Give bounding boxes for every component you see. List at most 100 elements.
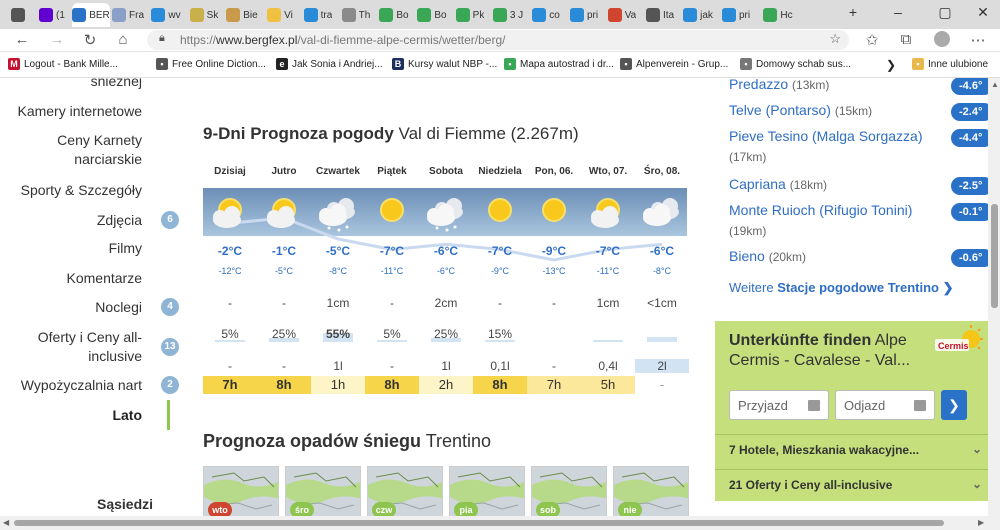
- station-temp-badge: -4.4°: [951, 129, 988, 147]
- menu-item[interactable]: Noclegi: [95, 298, 142, 317]
- favorite-star-icon[interactable]: ☆: [829, 31, 841, 47]
- search-go-button[interactable]: ❯: [941, 390, 967, 420]
- snow-map-thumbnail[interactable]: pia: [449, 466, 525, 516]
- browser-tab[interactable]: Sk: [186, 3, 222, 27]
- home-icon[interactable]: ⌂: [113, 31, 133, 48]
- horizontal-scrollbar[interactable]: ◀ ▶: [0, 516, 1000, 530]
- tab-title: Hc: [780, 9, 793, 21]
- favorite-link[interactable]: M Logout - Bank Mille...: [8, 58, 118, 70]
- forward-icon[interactable]: →: [47, 31, 67, 48]
- scroll-up-icon[interactable]: ▲: [991, 80, 999, 89]
- menu-item[interactable]: Sporty & Szczegóły: [21, 181, 142, 200]
- station-temp-badge: -2.4°: [951, 103, 988, 121]
- favorite-link[interactable]: e Jak Sonia i Andriej...: [276, 58, 383, 70]
- tab-title: Bo: [434, 9, 447, 21]
- station-link[interactable]: Telve (Pontarso) (15km): [729, 102, 872, 118]
- browser-tab[interactable]: Bo: [376, 3, 412, 27]
- menu-item[interactable]: Komentarze: [67, 269, 142, 288]
- day-name: Pon, 06.: [534, 166, 574, 177]
- window-icon: [11, 8, 25, 22]
- station-distance: (18km): [789, 178, 828, 192]
- browser-tab[interactable]: wv: [148, 3, 184, 27]
- hotels-dropdown[interactable]: 7 Hotele, Mieszkania wakacyjne... ⌄: [715, 434, 988, 464]
- collections-icon[interactable]: ⧉: [896, 31, 916, 48]
- menu-item[interactable]: Filmy: [109, 239, 142, 258]
- browser-tab[interactable]: pri: [718, 3, 754, 27]
- more-menu-icon[interactable]: ⋯: [968, 31, 988, 49]
- menu-item[interactable]: Oferty i Ceny all-inclusive: [12, 328, 142, 366]
- browser-tab[interactable]: Vi: [262, 3, 298, 27]
- station-temp-badge: -0.6°: [951, 249, 988, 267]
- browser-tab[interactable]: co: [528, 3, 564, 27]
- favorites-icon[interactable]: ✩: [862, 31, 882, 49]
- sunshine-hours: 8h: [365, 376, 419, 394]
- scroll-left-icon[interactable]: ◀: [3, 518, 9, 527]
- browser-tab[interactable]: Pk: [452, 3, 488, 27]
- favorite-link[interactable]: ▪ Alpenverein - Grup...: [620, 58, 728, 70]
- arrival-date-input[interactable]: Przyjazd: [729, 390, 829, 420]
- refresh-icon[interactable]: ↻: [80, 31, 100, 49]
- browser-tab[interactable]: Va: [604, 3, 640, 27]
- vertical-scrollbar[interactable]: ▲: [988, 78, 1000, 516]
- menu-item[interactable]: Zdjęcia: [97, 211, 142, 230]
- favorite-link[interactable]: B Kursy walut NBP -...: [392, 58, 497, 70]
- browser-tab[interactable]: (1: [34, 3, 70, 27]
- snow-map-thumbnail[interactable]: czw: [367, 466, 443, 516]
- precip-amount: 0,1l: [490, 359, 510, 373]
- station-link[interactable]: Monte Ruioch (Rifugio Tonini) (19km): [729, 202, 912, 238]
- scroll-right-icon[interactable]: ▶: [978, 518, 984, 527]
- station-link[interactable]: Bieno (20km): [729, 248, 806, 264]
- station-link[interactable]: Predazzo (13km): [729, 78, 829, 92]
- snow-map-thumbnail[interactable]: wto: [203, 466, 279, 516]
- calendar-icon[interactable]: [808, 400, 820, 411]
- page-icon: [226, 8, 241, 22]
- browser-tab[interactable]: pri: [566, 3, 602, 27]
- snow-map-thumbnail[interactable]: śro: [285, 466, 361, 516]
- station-link[interactable]: Pieve Tesino (Malga Sorgazza) (17km): [729, 128, 923, 164]
- snow-map-thumbnail[interactable]: nie: [613, 466, 689, 516]
- maximize-button[interactable]: ▢: [935, 4, 955, 21]
- browser-tab[interactable]: [4, 3, 32, 27]
- favorite-label: Kursy walut NBP -...: [408, 58, 498, 70]
- minimize-button[interactable]: –: [888, 4, 908, 20]
- departure-date-input[interactable]: Odjazd: [835, 390, 935, 420]
- favorite-link[interactable]: • Mapa autostrad i dr...: [504, 58, 614, 70]
- tab-title: pri: [738, 9, 751, 21]
- day-name: Śro, 08.: [643, 166, 681, 177]
- favorite-link[interactable]: ▪ Inne ulubione: [912, 58, 988, 70]
- browser-tab[interactable]: Bo: [414, 3, 450, 27]
- browser-tab[interactable]: BER: [72, 3, 110, 27]
- calendar-icon[interactable]: [914, 400, 926, 411]
- menu-item[interactable]: śnieżnej: [91, 78, 142, 91]
- menu-item[interactable]: Kamery internetowe: [17, 102, 142, 121]
- browser-tab[interactable]: tra: [300, 3, 336, 27]
- horizontal-scroll-thumb[interactable]: [14, 520, 944, 526]
- browser-tab[interactable]: jak: [680, 3, 716, 27]
- url-field[interactable]: 🔒︎ https://www.bergfex.pl/val-di-fiemme-…: [147, 30, 849, 50]
- browser-tab[interactable]: Th: [338, 3, 374, 27]
- new-tab-button[interactable]: +: [843, 4, 863, 20]
- more-stations-link[interactable]: Weitere Stacje pogodowe Trentino ❯: [729, 280, 954, 296]
- temp-min: -6°C: [436, 266, 456, 276]
- browser-tab[interactable]: Hc: [756, 3, 800, 27]
- browser-tab[interactable]: Fra: [110, 3, 146, 27]
- browser-tab[interactable]: 3 J: [490, 3, 526, 27]
- day-badge: czw: [372, 502, 396, 516]
- temp-max: -9°C: [541, 244, 567, 258]
- menu-item[interactable]: Ceny Karnety narciarskie: [12, 131, 142, 169]
- menu-item[interactable]: Lato: [112, 406, 142, 425]
- favorites-overflow-icon[interactable]: ❯: [886, 58, 896, 72]
- vertical-scroll-thumb[interactable]: [991, 204, 998, 308]
- station-link[interactable]: Capriana (18km): [729, 176, 827, 192]
- browser-tab[interactable]: Ita: [642, 3, 678, 27]
- profile-avatar[interactable]: [932, 31, 952, 51]
- back-icon[interactable]: ←: [12, 31, 32, 48]
- all-inclusive-dropdown[interactable]: 21 Oferty i Ceny all-inclusive ⌄: [715, 469, 988, 499]
- menu-item[interactable]: Wypożyczalnia nart: [21, 376, 142, 395]
- close-window-button[interactable]: ✕: [973, 4, 993, 21]
- snow-map-thumbnail[interactable]: sob: [531, 466, 607, 516]
- favorite-link[interactable]: • Free Online Diction...: [156, 58, 266, 70]
- favorite-link[interactable]: • Domowy schab sus...: [740, 58, 851, 70]
- browser-tab[interactable]: Bie: [224, 3, 260, 27]
- day-name: Niedziela: [478, 166, 522, 177]
